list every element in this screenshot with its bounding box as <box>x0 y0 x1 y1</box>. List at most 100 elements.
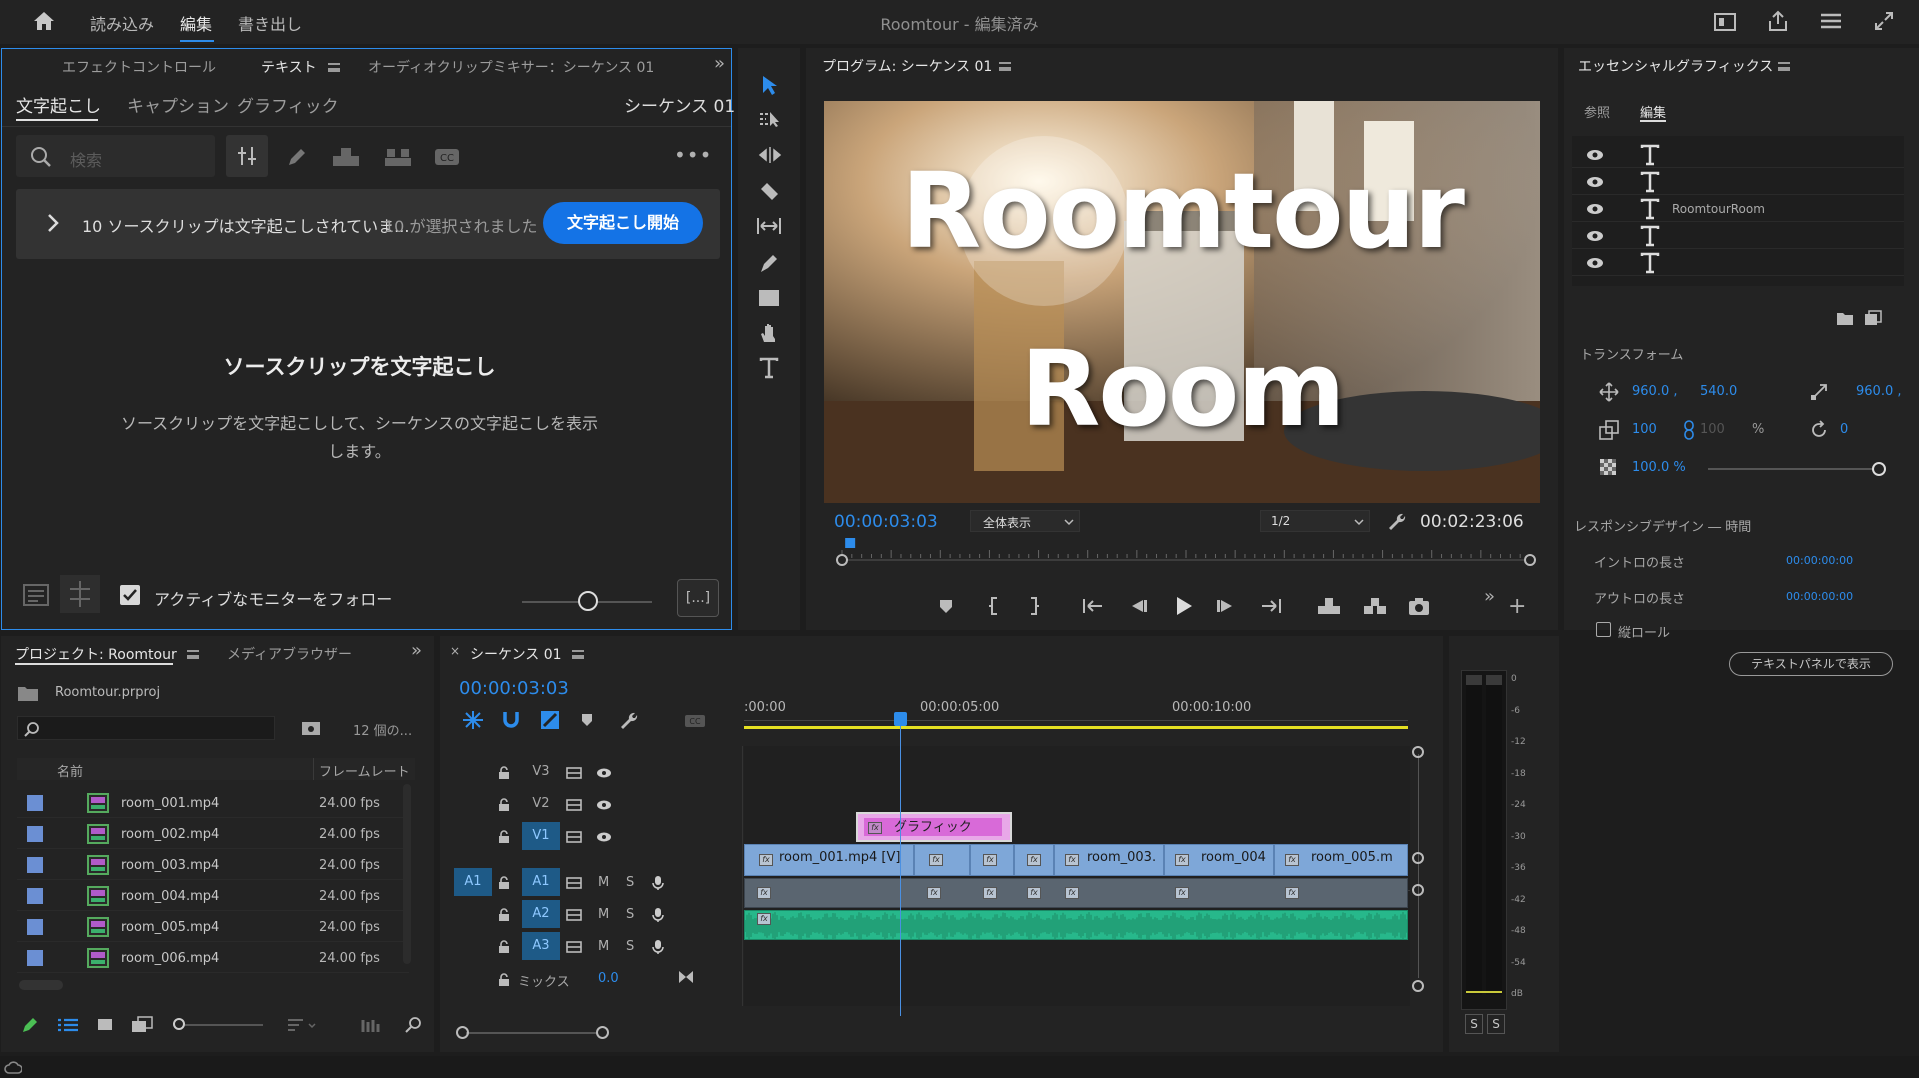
track-target-v1[interactable]: V3 <box>522 758 560 786</box>
extract-icon[interactable] <box>1362 596 1388 616</box>
project-pencil-icon[interactable] <box>21 1016 39 1034</box>
position-x-value[interactable]: 960.0 , <box>1632 384 1677 399</box>
outro-value[interactable]: 00:00:00:00 <box>1786 590 1853 603</box>
label-color-swatch[interactable] <box>27 950 43 966</box>
project-overflow-icon[interactable]: » <box>411 642 422 660</box>
voice-over-record-icon[interactable] <box>652 907 664 923</box>
tab-project[interactable]: プロジェクト: Roomtour <box>15 644 177 664</box>
playhead-handle[interactable] <box>894 712 907 726</box>
clip-video[interactable]: fx <box>1014 844 1054 876</box>
position-y-value[interactable]: 540.0 <box>1700 384 1737 399</box>
cc-icon[interactable]: CC <box>434 148 460 166</box>
program-timecode[interactable]: 00:00:03:03 <box>834 512 938 532</box>
mix-value[interactable]: 0.0 <box>598 971 619 986</box>
find-icon[interactable] <box>405 1016 423 1034</box>
eye-icon[interactable] <box>1586 229 1604 243</box>
chevron-right-icon[interactable] <box>46 212 60 234</box>
eye-icon[interactable] <box>1586 175 1604 189</box>
tab-audio-clip-mixer[interactable]: オーディオクリップミキサー：シーケンス 01 <box>368 57 654 77</box>
export-frame-icon[interactable] <box>1408 596 1430 616</box>
lift-icon[interactable] <box>1316 596 1342 616</box>
creative-cloud-icon[interactable] <box>4 1059 22 1075</box>
solo-button[interactable]: S <box>626 939 634 954</box>
voice-over-record-icon[interactable] <box>652 939 664 955</box>
program-menu-icon[interactable] <box>999 62 1011 71</box>
program-scrubber[interactable] <box>834 538 1538 572</box>
workspaces-icon[interactable] <box>1820 12 1842 30</box>
more-panel-button[interactable]: [...] <box>677 579 719 617</box>
lock-icon[interactable] <box>498 766 510 780</box>
intro-value[interactable]: 00:00:00:00 <box>1786 554 1853 567</box>
eg-layer-row[interactable] <box>1572 223 1904 249</box>
timeline-tab[interactable]: シーケンス 01 <box>470 644 562 664</box>
snap-icon[interactable] <box>502 710 520 730</box>
type-tool-icon[interactable] <box>759 357 779 379</box>
project-search-input[interactable] <box>17 716 275 740</box>
label-color-swatch[interactable] <box>27 919 43 935</box>
opacity-slider-thumb[interactable] <box>1872 462 1886 476</box>
add-marker-icon[interactable] <box>938 598 954 614</box>
speakers-icon[interactable] <box>383 146 413 168</box>
label-color-swatch[interactable] <box>27 888 43 904</box>
timeline-hscroll[interactable] <box>456 1025 1056 1041</box>
share-icon[interactable] <box>1767 10 1789 32</box>
rotation-value[interactable]: 0 <box>1840 422 1848 437</box>
fit-dropdown[interactable]: 全体表示 <box>970 510 1080 532</box>
thumbnail-size-slider[interactable] <box>173 1024 263 1026</box>
timeline-vscroll[interactable] <box>1412 736 1426 996</box>
eg-layer-row[interactable] <box>1572 142 1904 168</box>
mute-button[interactable]: M <box>598 907 609 922</box>
play-icon[interactable] <box>1174 595 1194 617</box>
project-scrollbar[interactable] <box>403 784 411 964</box>
scale-value[interactable]: 100 <box>1632 422 1657 437</box>
subtab-transcript[interactable]: 文字起こし <box>16 92 101 117</box>
more-options-icon[interactable]: ••• <box>674 145 712 165</box>
add-marker-icon[interactable] <box>580 712 594 728</box>
selection-tool-icon[interactable] <box>760 74 780 96</box>
automate-to-sequence-icon[interactable] <box>361 1018 383 1034</box>
tab-media-browser[interactable]: メディアブラウザー <box>227 644 352 664</box>
track-target-v2[interactable]: V2 <box>522 790 560 818</box>
link-icon[interactable] <box>1683 420 1695 440</box>
freeform-view-icon[interactable] <box>131 1016 153 1034</box>
graphic-clip[interactable]: fx グラフィック <box>856 812 1012 842</box>
opacity-value[interactable]: 100.0 % <box>1632 460 1686 475</box>
track-target-a1[interactable]: A1 <box>522 868 560 896</box>
follow-monitor-checkbox[interactable] <box>120 585 140 605</box>
sync-lock-icon[interactable] <box>566 941 582 953</box>
project-menu-icon[interactable] <box>187 650 199 659</box>
search-input[interactable]: 検索 <box>70 147 102 171</box>
tab-effect-controls[interactable]: エフェクトコントロール <box>62 57 216 77</box>
eg-layer-row[interactable] <box>1572 169 1904 195</box>
mix-end-icon[interactable] <box>678 970 694 984</box>
subtab-graphics[interactable]: グラフィック <box>237 92 339 117</box>
video-frame[interactable]: Roomtour Room <box>824 101 1540 503</box>
solo-right-button[interactable]: S <box>1487 1014 1505 1034</box>
hscroll-handle[interactable] <box>456 1026 469 1039</box>
eye-icon[interactable] <box>596 831 612 843</box>
eg-tab-browse[interactable]: 参照 <box>1584 102 1610 121</box>
nest-icon[interactable] <box>462 710 484 730</box>
more-controls-icon[interactable]: » <box>1484 588 1495 606</box>
timeline-settings-icon[interactable] <box>618 710 638 730</box>
mute-button[interactable]: M <box>598 939 609 954</box>
new-search-bin-icon[interactable] <box>301 719 321 737</box>
new-group-icon[interactable] <box>1836 310 1854 326</box>
show-in-text-panel-button[interactable]: テキストパネルで表示 <box>1729 652 1893 676</box>
quick-export-icon[interactable] <box>1714 13 1736 31</box>
start-transcription-button[interactable]: 文字起こし開始 <box>543 202 703 244</box>
sync-lock-icon[interactable] <box>566 767 582 779</box>
column-name[interactable]: 名前 <box>57 761 83 780</box>
sync-lock-icon[interactable] <box>566 909 582 921</box>
eye-icon[interactable] <box>1586 256 1604 270</box>
linked-selection-icon[interactable] <box>540 710 560 730</box>
track-area[interactable]: fx グラフィック fx room_001.mp4 [V] fx fx fx f… <box>744 712 1410 1016</box>
rectangle-tool-icon[interactable] <box>758 288 780 308</box>
timeline-menu-icon[interactable] <box>572 650 584 659</box>
zoom-slider-thumb[interactable] <box>578 591 598 611</box>
pen-tool-icon[interactable] <box>758 252 780 274</box>
vscroll-handle[interactable] <box>1412 852 1424 864</box>
search-box[interactable]: 検索 <box>16 135 215 177</box>
ripple-edit-tool-icon[interactable] <box>758 146 782 164</box>
new-layer-icon[interactable] <box>1864 310 1882 326</box>
